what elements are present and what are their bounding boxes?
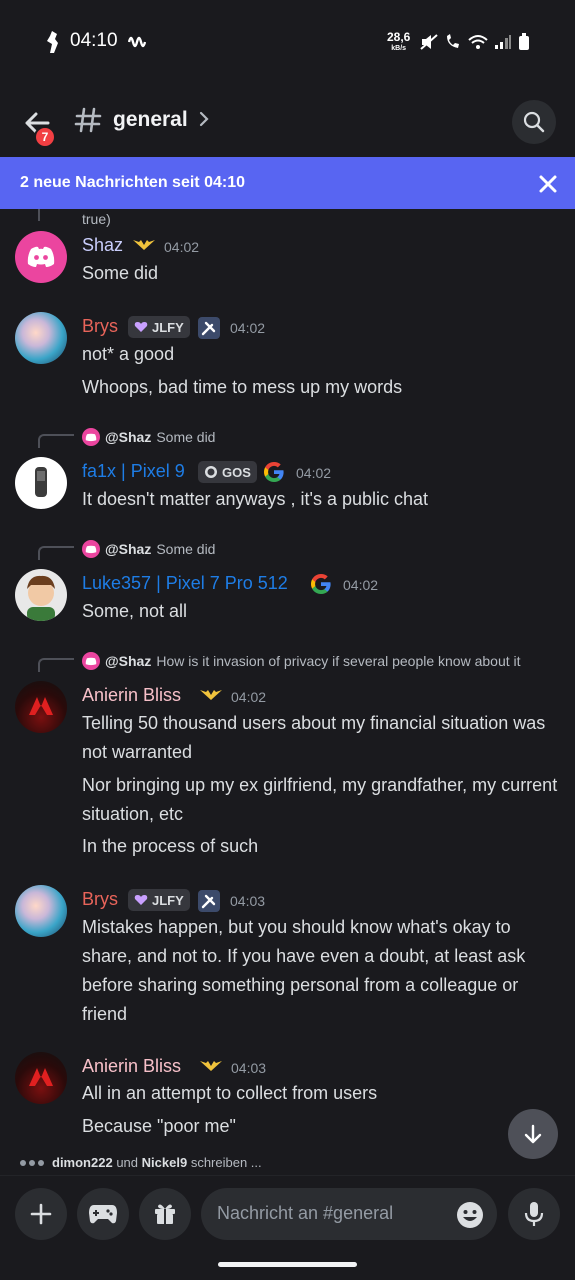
moon-icon (205, 466, 217, 478)
message-list[interactable]: true) Shaz 04:02 Some did Brys JLFY 04:0… (0, 209, 575, 1174)
reply-preview[interactable]: @Shaz How is it invasion of privacy if s… (82, 652, 521, 670)
clock: 04:10 (70, 30, 118, 51)
message-text: All in an attempt to collect from users (82, 1083, 378, 1103)
activities-button[interactable] (77, 1188, 129, 1240)
tools-badge-icon (198, 890, 220, 912)
search-icon (523, 111, 545, 133)
avatar[interactable] (15, 231, 67, 283)
message-text: Because "poor me" (82, 1116, 236, 1136)
message-text: Telling 50 thousand users about my finan… (82, 713, 546, 762)
timestamp: 04:02 (231, 689, 267, 705)
plus-icon (30, 1203, 52, 1225)
guild-tag[interactable]: JLFY (128, 889, 190, 911)
reply-avatar (82, 428, 100, 446)
avatar[interactable] (15, 1052, 67, 1104)
author-name[interactable]: fa1x | Pixel 9 (82, 461, 185, 482)
channel-title[interactable]: general (113, 108, 188, 132)
new-messages-banner[interactable]: 2 neue Nachrichten seit 04:10 (0, 157, 575, 209)
reply-preview[interactable]: @Shaz Some did (82, 540, 215, 558)
typing-dots-icon (20, 1159, 44, 1166)
previous-message-tail: true) (82, 211, 111, 227)
author-name[interactable]: Luke357 | Pixel 7 Pro 512 (82, 573, 288, 594)
battery-icon (519, 33, 529, 50)
author-name[interactable]: Brys (82, 316, 118, 337)
wings-badge-icon (200, 690, 222, 700)
close-icon[interactable] (536, 172, 560, 196)
reply-line (38, 658, 74, 672)
message-text: It doesn't matter anyways , it's a publi… (82, 489, 429, 509)
tools-badge-icon (198, 317, 220, 339)
timestamp: 04:02 (343, 577, 379, 593)
add-attachment-button[interactable] (15, 1188, 67, 1240)
avatar[interactable] (15, 457, 67, 509)
reply-line (38, 546, 74, 560)
discord-logo-icon (27, 246, 55, 267)
guild-tag[interactable]: GOS (198, 461, 257, 483)
chevron-right-icon (199, 111, 209, 127)
message-text: Nor bringing up my ex girlfriend, my gra… (82, 775, 558, 824)
google-logo-icon (264, 462, 284, 482)
author-name[interactable]: Brys (82, 889, 118, 910)
message-text: Whoops, bad time to mess up my words (82, 377, 403, 397)
heart-icon (134, 322, 148, 332)
message-input[interactable]: Nachricht an #general (201, 1188, 497, 1240)
mute-icon (420, 34, 438, 50)
wings-badge-icon (200, 1061, 222, 1071)
reply-avatar (82, 652, 100, 670)
typing-indicator: dimon222 und Nickel9 schreiben ... (20, 1155, 262, 1170)
avatar[interactable] (15, 312, 67, 364)
gamepad-icon (89, 1205, 117, 1224)
author-name[interactable]: Shaz (82, 235, 123, 256)
timestamp: 04:02 (164, 239, 200, 255)
channel-header: 7 general (0, 86, 575, 156)
avatar[interactable] (15, 681, 67, 733)
microphone-icon (524, 1202, 544, 1226)
hashtag-icon (74, 107, 102, 133)
reply-avatar (82, 540, 100, 558)
message-text: Mistakes happen, but you should know wha… (82, 917, 526, 1024)
guild-tag[interactable]: JLFY (128, 316, 190, 338)
message-text: not* a good (82, 344, 175, 364)
search-button[interactable] (512, 100, 556, 144)
message-input-placeholder: Nachricht an #general (217, 1203, 394, 1223)
gift-button[interactable] (139, 1188, 191, 1240)
reply-line (38, 434, 74, 448)
voice-message-button[interactable] (508, 1188, 560, 1240)
google-logo-icon (311, 574, 331, 594)
home-indicator[interactable] (218, 1262, 357, 1267)
thread-line (38, 209, 40, 221)
avatar[interactable] (15, 885, 67, 937)
gift-icon (155, 1204, 175, 1224)
jump-to-bottom-button[interactable] (508, 1109, 558, 1159)
timestamp: 04:02 (230, 320, 266, 336)
message-text: In the process of such (82, 836, 259, 856)
timestamp: 04:03 (231, 1060, 267, 1076)
status-icons (420, 33, 530, 51)
heart-icon (134, 895, 148, 905)
wings-badge-icon (133, 240, 155, 250)
wifi-call-icon (447, 34, 459, 48)
banner-text: 2 neue Nachrichten seit 04:10 (20, 174, 245, 191)
avatar[interactable] (15, 569, 67, 621)
author-name[interactable]: Anierin Bliss (82, 1056, 181, 1077)
message-text: Some did (82, 263, 159, 283)
network-rate: 28,6 kB/s (387, 30, 411, 52)
signal-icon (495, 35, 511, 49)
message-text: Some, not all (82, 601, 188, 621)
notification-icon (47, 31, 58, 53)
emoji-icon[interactable] (455, 1200, 485, 1230)
arrow-down-icon (524, 1124, 542, 1144)
unread-badge: 7 (34, 126, 56, 148)
author-name[interactable]: Anierin Bliss (82, 685, 181, 706)
timestamp: 04:02 (296, 465, 332, 481)
wifi-icon (468, 35, 488, 49)
status-bar: 04:10 28,6 kB/s (0, 0, 575, 86)
activity-icon (128, 36, 146, 48)
timestamp: 04:03 (230, 893, 266, 909)
reply-preview[interactable]: @Shaz Some did (82, 428, 215, 446)
